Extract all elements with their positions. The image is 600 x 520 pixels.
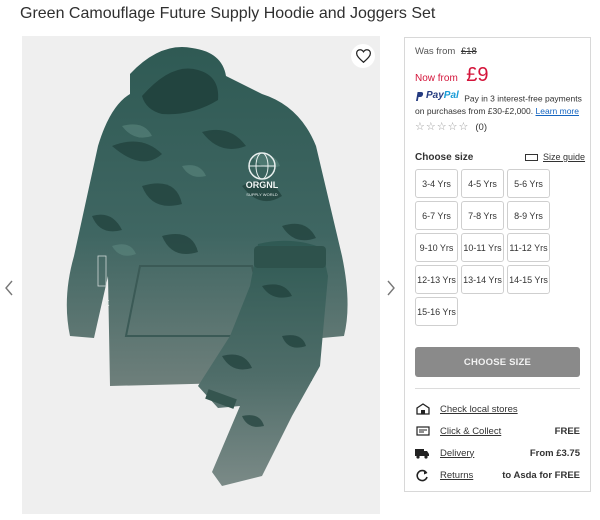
chest-logo-subtext: SUPPLY WORLD <box>246 192 278 197</box>
size-option[interactable]: 9-10 Yrs <box>415 233 458 262</box>
was-price: Was from £18 <box>415 46 477 57</box>
delivery-truck-icon <box>415 447 430 459</box>
star-empty-icon: ☆ <box>447 121 458 133</box>
paypal-message: Pay Pal Pay in 3 interest-free payments o… <box>415 90 585 117</box>
size-option[interactable]: 3-4 Yrs <box>415 169 458 198</box>
gallery-next-button[interactable] <box>384 278 398 298</box>
now-price-label: Now from <box>415 73 458 84</box>
now-price: Now from £9 <box>415 64 489 87</box>
size-option[interactable]: 12-13 Yrs <box>415 265 458 294</box>
size-option[interactable]: 13-14 Yrs <box>461 265 504 294</box>
ruler-icon <box>525 153 538 161</box>
service-label[interactable]: Returns <box>440 470 473 481</box>
choose-size-button[interactable]: CHOOSE SIZE <box>415 347 580 377</box>
service-label[interactable]: Check local stores <box>440 404 518 415</box>
paypal-brand-pay: Pay <box>426 90 444 101</box>
size-option[interactable]: 7-8 Yrs <box>461 201 504 230</box>
service-row-click-collect[interactable]: Click & Collect FREE <box>415 424 580 438</box>
paypal-learn-more-link[interactable]: Learn more <box>536 106 579 116</box>
paypal-brand-pal: Pal <box>443 90 459 101</box>
size-option[interactable]: 10-11 Yrs <box>461 233 504 262</box>
service-value: to Asda for FREE <box>502 469 580 481</box>
size-guide-link[interactable]: Size guide <box>525 152 585 162</box>
store-icon <box>415 403 430 415</box>
svg-text:X: X <box>104 299 110 308</box>
size-option[interactable]: 8-9 Yrs <box>507 201 550 230</box>
star-empty-icon: ☆ <box>415 121 425 133</box>
service-row-local-stores[interactable]: Check local stores <box>415 402 580 416</box>
paypal-icon <box>416 91 424 101</box>
star-empty-icon: ☆ <box>436 121 447 133</box>
returns-icon <box>415 469 430 481</box>
heart-outline-icon <box>355 49 371 63</box>
service-row-returns[interactable]: Returns to Asda for FREE <box>415 468 580 482</box>
size-options: 3-4 Yrs 4-5 Yrs 5-6 Yrs 6-7 Yrs 7-8 Yrs 8-9 Y… <box>415 169 585 329</box>
chest-logo-text: ORGNL <box>246 180 279 190</box>
star-empty-icon: ☆ <box>425 121 436 133</box>
service-value: From £3.75 <box>529 447 580 459</box>
size-option[interactable]: 15-16 Yrs <box>415 297 458 326</box>
product-image-gallery[interactable]: ORGNL SUPPLY WORLD X <box>22 36 380 514</box>
product-photo: ORGNL SUPPLY WORLD X <box>66 47 348 486</box>
gallery-prev-button[interactable] <box>2 278 16 298</box>
size-guide-label: Size guide <box>543 152 586 162</box>
chevron-right-icon <box>387 280 395 296</box>
service-label[interactable]: Click & Collect <box>440 426 501 437</box>
rating-stars[interactable]: ☆ ☆ ☆ ☆ ☆ (0) <box>415 121 487 134</box>
size-option[interactable]: 4-5 Yrs <box>461 169 504 198</box>
service-label[interactable]: Delivery <box>440 448 474 459</box>
product-title: Green Camouflage Future Supply Hoodie an… <box>20 5 436 22</box>
now-price-value: £9 <box>466 64 489 86</box>
click-collect-icon <box>415 425 430 437</box>
was-price-label: Was from <box>415 46 456 57</box>
paypal-logo: Pay Pal <box>415 90 459 102</box>
divider <box>415 388 580 389</box>
size-option[interactable]: 5-6 Yrs <box>507 169 550 198</box>
size-option[interactable]: 6-7 Yrs <box>415 201 458 230</box>
review-count: (0) <box>475 122 487 133</box>
choose-size-label: Choose size <box>415 152 474 163</box>
service-row-delivery[interactable]: Delivery From £3.75 <box>415 446 580 460</box>
size-option[interactable]: 11-12 Yrs <box>507 233 550 262</box>
favourite-button[interactable] <box>351 44 375 68</box>
purchase-panel: Was from £18 Now from £9 Pay Pal Pay in 3… <box>404 37 591 492</box>
chevron-left-icon <box>5 280 13 296</box>
star-empty-icon: ☆ <box>458 121 469 133</box>
service-value: FREE <box>554 425 580 437</box>
was-price-value: £18 <box>460 46 477 57</box>
size-option[interactable]: 14-15 Yrs <box>507 265 550 294</box>
